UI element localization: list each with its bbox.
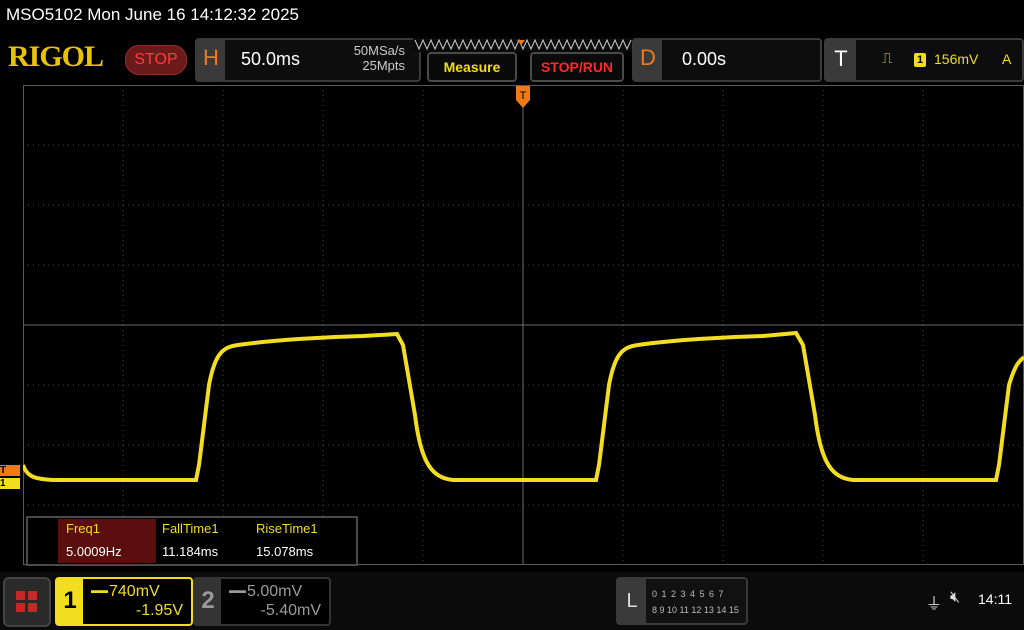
logic-channels-row1: 0 1 2 3 4 5 6 7 — [652, 589, 725, 599]
trigger-mode: A — [1002, 51, 1012, 67]
channel1-offset: -1.95V — [135, 602, 183, 619]
dc-coupling-icon: ▬▬ — [229, 585, 246, 595]
freq-header: Freq1 — [66, 521, 100, 536]
measure-button[interactable]: Measure — [427, 52, 517, 82]
channel1-panel[interactable]: 1 ▬▬ 740mV -1.95V — [55, 577, 193, 626]
rising-edge-icon: ⎍ — [882, 50, 893, 67]
svg-text:T: T — [520, 90, 527, 102]
logic-analyzer-panel[interactable]: L 0 1 2 3 4 5 6 7 8 9 10 11 12 13 14 15 — [616, 577, 748, 625]
trigger-label: T — [826, 40, 856, 80]
delay-panel[interactable]: D 0.00s — [632, 38, 822, 82]
freq-value: 5.0009Hz — [66, 544, 122, 559]
usb-icon: ⏚ — [926, 596, 943, 613]
delay-label: D — [634, 40, 662, 80]
trigger-level-marker[interactable]: T — [0, 465, 20, 476]
channel1-level-marker[interactable]: 1 — [0, 478, 20, 489]
channel2-number: 2 — [195, 579, 221, 624]
horizontal-label: H — [197, 40, 225, 80]
falltime-value: 11.184ms — [162, 544, 219, 559]
delay-value: 0.00s — [682, 49, 727, 69]
stop-run-button[interactable]: STOP/RUN — [530, 52, 624, 82]
dc-coupling-icon: ▬▬ — [91, 585, 108, 595]
menu-button[interactable] — [3, 577, 51, 627]
clock: 14:11 — [978, 591, 1012, 607]
horizontal-panel[interactable]: H 50.0ms 50MSa/s 25Mpts — [195, 38, 421, 82]
trigger-level: 156mV — [934, 51, 979, 67]
channel2-scale: 5.00mV — [247, 583, 303, 600]
logic-channels-row2: 8 9 10 11 12 13 14 15 — [652, 605, 739, 615]
grid-menu-icon — [16, 591, 37, 612]
logic-label: L — [618, 579, 646, 623]
trigger-position-marker: T — [516, 86, 530, 108]
channel2-offset: -5.40mV — [260, 602, 321, 619]
trigger-source: 1 — [914, 53, 926, 67]
timebase-value: 50.0ms — [241, 49, 301, 69]
falltime-header: FallTime1 — [162, 521, 219, 536]
channel2-panel[interactable]: 2 ▬▬ 5.00mV -5.40mV — [193, 577, 331, 626]
memory-depth: 25Mpts — [362, 58, 405, 73]
speaker-muted-icon[interactable]: 🔇︎ — [950, 589, 960, 607]
run-state-badge[interactable]: STOP — [125, 45, 187, 75]
trigger-panel[interactable]: T ⎍ 1 156mV A — [824, 38, 1024, 82]
channel1-number: 1 — [57, 579, 83, 624]
risetime-header: RiseTime1 — [256, 521, 318, 536]
memory-position-indicator — [413, 38, 635, 52]
rigol-logo: RIGOL — [8, 40, 104, 73]
acquisition-info: 50MSa/s 25Mpts — [354, 43, 405, 73]
window-title: MSO5102 Mon June 16 14:12:32 2025 — [6, 5, 299, 24]
waveform-display[interactable] — [23, 85, 1024, 565]
channel1-scale: 740mV — [109, 583, 160, 600]
sample-rate: 50MSa/s — [353, 43, 405, 58]
measurement-table[interactable]: Freq1 FallTime1 RiseTime1 5.0009Hz 11.18… — [26, 516, 358, 566]
risetime-value: 15.078ms — [256, 544, 314, 559]
